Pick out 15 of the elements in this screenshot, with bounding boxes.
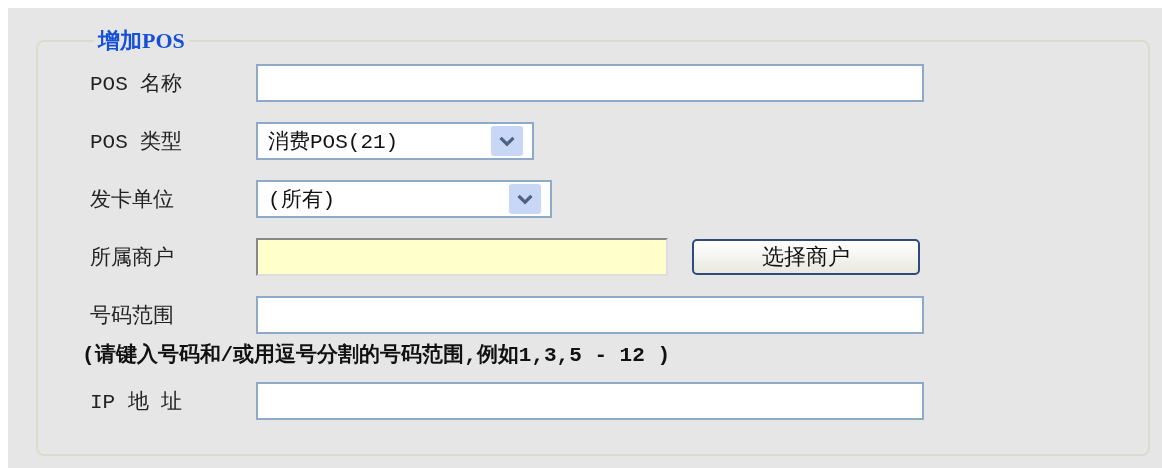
group-title: 增加POS [96, 27, 186, 55]
input-field[interactable] [256, 296, 924, 334]
field-label: POS 类型 [90, 129, 184, 155]
field-label: IP 地 址 [90, 389, 184, 415]
dropdown[interactable]: 消费POS(21) [256, 122, 534, 160]
field-label: 发卡单位 [90, 187, 175, 213]
field-label: POS 名称 [90, 72, 184, 97]
input-field[interactable] [256, 238, 668, 276]
input-field[interactable] [256, 382, 924, 420]
field-label: 号码范围 [90, 303, 175, 329]
dropdown[interactable]: (所有) [256, 180, 552, 218]
hint-text: (请键入号码和/或用逗号分割的号码范围,例如1,3,5 - 12 ) [82, 342, 672, 368]
select-merchant-button[interactable]: 选择商户 [692, 239, 920, 275]
field-label: 所属商户 [90, 245, 175, 271]
input-field[interactable] [256, 64, 924, 102]
